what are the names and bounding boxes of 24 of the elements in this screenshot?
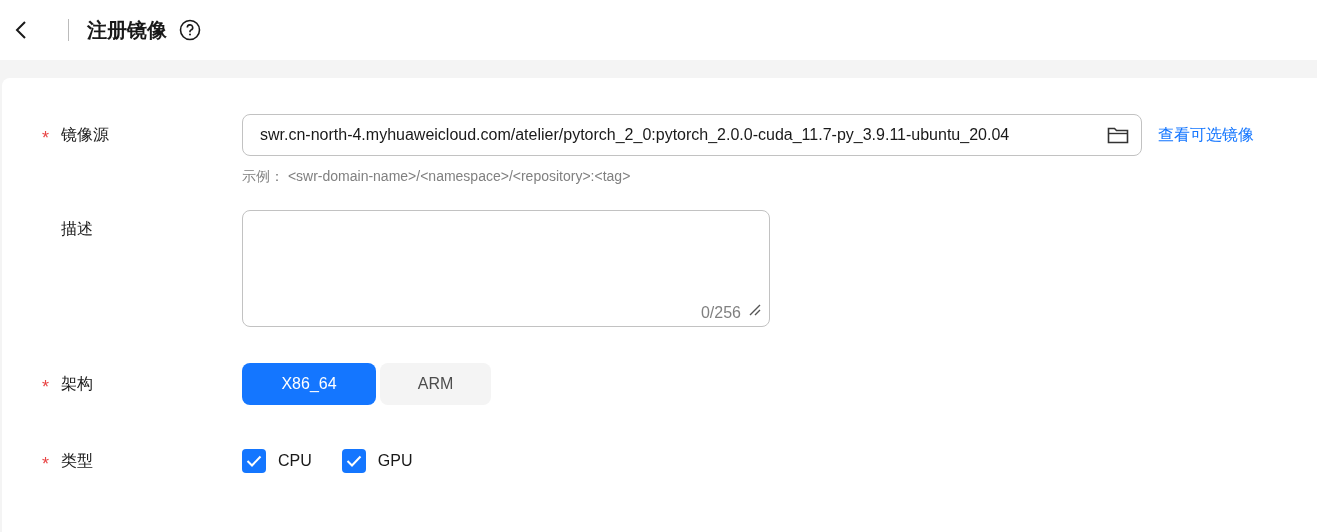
description-field[interactable]: 0/256 [242,210,770,327]
image-source-field[interactable]: swr.cn-north-4.myhuaweicloud.com/atelier/pytorch_2_0:pytorch_2.0.0-cuda_11.7-py_3.9.11-ubuntu_20.04 [242,114,1142,156]
resize-icon[interactable] [749,304,761,316]
checkbox-label: GPU [377,452,413,470]
required-mark: * [42,375,50,398]
char-counter: 0/256 [700,304,741,322]
check-icon [345,455,362,467]
page-title: 注册镜像 [87,17,167,43]
required-mark: * [42,126,50,149]
field-label: 描述 [61,218,93,239]
checkbox[interactable] [341,449,366,473]
check-icon [246,455,262,467]
format-hint: 示例： <swr-domain-name>/<namespace>/<repository>:<tag> [242,168,632,186]
field-label: 类型 [61,450,93,471]
checkbox[interactable] [242,449,266,473]
checkbox-label: CPU [278,452,312,470]
field-label: 镜像源 [61,124,109,145]
help-icon[interactable] [179,19,201,41]
required-mark: * [42,452,50,475]
folder-icon[interactable] [1107,126,1129,144]
architecture-option[interactable]: ARM [380,363,491,405]
architecture-option[interactable]: X86_64 [242,363,376,405]
field-label: 架构 [61,373,93,394]
view-images-link[interactable]: 查看可选镜像 [1158,114,1254,156]
